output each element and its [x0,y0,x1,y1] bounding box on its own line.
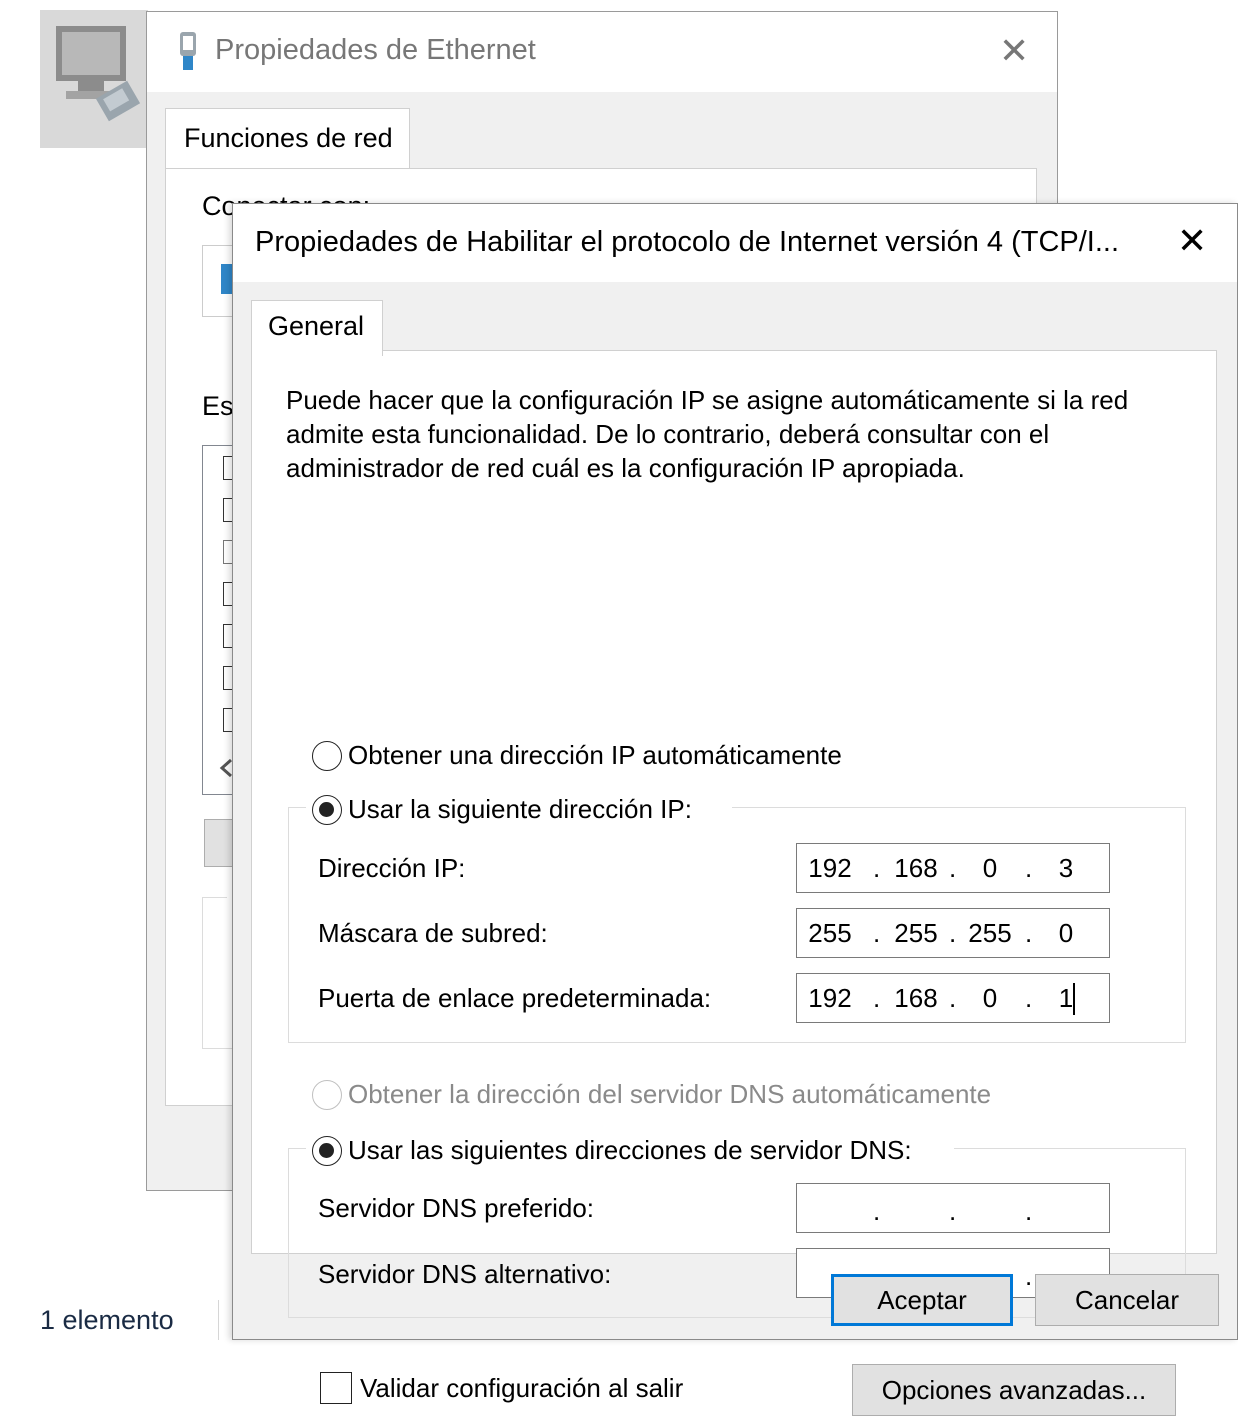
general-tab-panel: Puede hacer que la configuración IP se a… [251,350,1217,1416]
network-adapter-icon[interactable] [48,18,144,128]
ipv4-properties-dialog: Propiedades de Habilitar el protocolo de… [232,203,1238,1416]
octet-separator: . [1025,1261,1033,1291]
cancel-button[interactable]: Cancelar [1035,1274,1219,1326]
dns-manual-label[interactable]: Usar las siguientes direcciones de servi… [348,1135,912,1166]
dns-auto-label[interactable]: Obtener la dirección del servidor DNS au… [348,1079,991,1110]
validate-label[interactable]: Validar configuración al salir [360,1373,683,1404]
ip-octet: 0 [982,983,998,1013]
tab-funciones-de-red[interactable]: Funciones de red [165,108,410,170]
octet-separator: . [1025,1196,1033,1226]
network-connector-icon [180,32,196,70]
octet-separator: . [873,1196,881,1226]
octet-separator: . [949,983,957,1013]
status-item-count: 1 elemento [40,1305,174,1335]
ip-auto-label[interactable]: Obtener una dirección IP automáticamente [348,740,842,771]
octet-separator: . [873,853,881,883]
ip-octet: 3 [1058,853,1074,883]
status-bar-separator [218,1300,219,1340]
gateway-label: Puerta de enlace predeterminada: [318,983,712,1013]
ip-octet: 255 [808,918,852,948]
ok-button[interactable]: Aceptar [831,1274,1013,1326]
preferred-dns-input[interactable]: . . . [796,1183,1110,1233]
ip-octet: 255 [894,918,938,948]
dialog-title: Propiedades de Habilitar el protocolo de… [255,226,1120,258]
validate-checkbox[interactable] [320,1372,352,1404]
ip-octet: 168 [894,983,938,1013]
ip-octet: 0 [1058,918,1074,948]
ipv4-titlebar: Propiedades de Habilitar el protocolo de… [233,204,1237,282]
preferred-dns-label: Servidor DNS preferido: [318,1193,594,1223]
subnet-mask-label: Máscara de subred: [318,918,548,948]
octet-separator: . [1025,918,1033,948]
ip-octet: 168 [894,853,938,883]
scroll-left-icon[interactable] [219,758,233,778]
alternate-dns-label: Servidor DNS alternativo: [318,1259,612,1289]
tab-general[interactable]: General [251,300,383,356]
ip-manual-label[interactable]: Usar la siguiente dirección IP: [348,794,692,825]
close-icon[interactable]: ✕ [1177,220,1207,262]
close-icon[interactable]: ✕ [999,30,1029,72]
ip-octet: 255 [968,918,1012,948]
octet-separator: . [949,918,957,948]
instructions-text: Puede hacer que la configuración IP se a… [286,385,1129,483]
ip-octet: 192 [808,983,852,1013]
ip-address-input[interactable]: 192 . 168 . 0 . 3 [796,843,1110,893]
tab-label: General [268,311,365,341]
ip-octet: 192 [808,853,852,883]
octet-separator: . [1025,853,1033,883]
ip-octet: 1 [1058,983,1074,1013]
subnet-mask-input[interactable]: 255 . 255 . 255 . 0 [796,908,1110,958]
ip-octet: 0 [982,853,998,883]
gateway-input[interactable]: 192 . 168 . 0 . 1 [796,973,1110,1023]
advanced-options-button[interactable]: Opciones avanzadas... [852,1364,1176,1416]
dns-manual-legend: Usar las siguientes direcciones de servi… [306,1133,954,1169]
ip-manual-radio[interactable] [312,795,342,825]
text-caret [1073,983,1075,1015]
ethernet-window-title: Propiedades de Ethernet [215,34,536,66]
tab-label: Funciones de red [184,123,393,153]
octet-separator: . [1025,983,1033,1013]
octet-separator: . [949,853,957,883]
ip-address-label: Dirección IP: [318,853,466,883]
ip-manual-legend: Usar la siguiente dirección IP: [306,792,732,828]
octet-separator: . [873,983,881,1013]
dns-manual-radio[interactable] [312,1136,342,1166]
octet-separator: . [873,918,881,948]
ethernet-titlebar: Propiedades de Ethernet ✕ [147,12,1057,92]
ip-auto-radio[interactable] [312,741,342,771]
dns-auto-radio[interactable] [312,1080,342,1110]
octet-separator: . [949,1196,957,1226]
